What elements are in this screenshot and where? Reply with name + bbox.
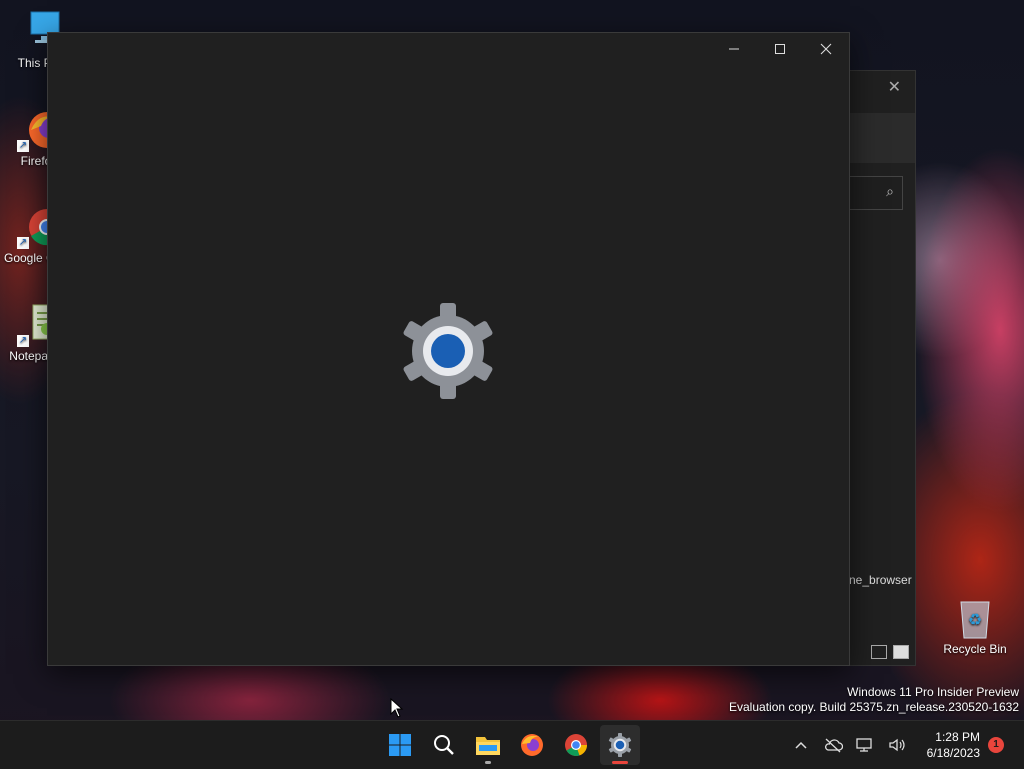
folder-icon	[476, 737, 500, 755]
details-view-icon[interactable]	[871, 645, 887, 659]
notification-badge[interactable]: 1	[988, 737, 1004, 753]
clock-date: 6/18/2023	[926, 746, 980, 760]
taskbar-firefox[interactable]	[512, 725, 552, 765]
shortcut-arrow-icon: ↗	[17, 140, 29, 152]
tiles-view-icon[interactable]	[893, 645, 909, 659]
clock-time: 1:28 PM	[935, 730, 980, 744]
watermark-line-build: Evaluation copy. Build 25375.zn_release.…	[729, 700, 1019, 714]
settings-window[interactable]	[47, 32, 850, 666]
clock[interactable]: 1:28 PM 6/18/2023	[927, 729, 980, 761]
taskbar: 1:28 PM 6/18/2023 1	[0, 720, 1024, 769]
recycle-bin-icon: ♻	[953, 596, 997, 640]
settings-gear-icon	[403, 303, 493, 399]
watermark-line-edition: Windows 11 Pro Insider Preview	[847, 685, 1019, 699]
file-name-partial[interactable]: ne_browser	[849, 573, 912, 587]
firefox-icon	[521, 734, 543, 756]
minimize-icon	[729, 48, 739, 50]
mouse-cursor-icon	[390, 698, 404, 718]
running-indicator	[485, 761, 491, 764]
onedrive-status[interactable]	[821, 733, 845, 757]
svg-text:♻: ♻	[968, 612, 982, 629]
search-icon: ⌕	[886, 183, 894, 199]
shortcut-arrow-icon: ↗	[17, 335, 29, 347]
taskbar-file-explorer[interactable]	[468, 725, 508, 765]
minimize-button[interactable]	[711, 33, 757, 65]
taskbar-search-button[interactable]	[424, 725, 464, 765]
taskbar-chrome[interactable]	[556, 725, 596, 765]
windows-start-icon	[389, 734, 411, 756]
show-hidden-icons-button[interactable]	[789, 733, 813, 757]
network-status[interactable]	[853, 733, 877, 757]
network-icon	[855, 738, 872, 752]
view-toggle[interactable]	[871, 645, 909, 659]
cloud-offline-icon	[824, 738, 843, 753]
close-icon[interactable]: ✕	[888, 77, 901, 97]
close-button[interactable]	[803, 33, 849, 65]
speaker-icon	[888, 738, 905, 752]
taskbar-apps	[380, 725, 640, 765]
system-tray: 1:28 PM 6/18/2023 1	[785, 721, 1024, 769]
taskbar-settings[interactable]	[600, 725, 640, 765]
active-indicator	[612, 761, 628, 764]
search-icon	[434, 735, 454, 755]
desktop-icon-recycle-bin[interactable]: ♻ Recycle Bin	[940, 596, 1010, 657]
close-icon	[820, 43, 832, 55]
windows-watermark: Windows 11 Pro Insider Preview Evaluatio…	[729, 685, 1019, 715]
volume-control[interactable]	[885, 733, 909, 757]
maximize-button[interactable]	[757, 33, 803, 65]
shortcut-arrow-icon: ↗	[17, 237, 29, 249]
desktop-icon-label: Recycle Bin	[943, 642, 1007, 656]
chrome-icon	[565, 734, 587, 756]
start-button[interactable]	[380, 725, 420, 765]
chevron-up-icon	[795, 741, 807, 749]
window-controls	[711, 33, 849, 65]
settings-gear-icon	[608, 733, 632, 757]
maximize-icon	[775, 44, 785, 54]
